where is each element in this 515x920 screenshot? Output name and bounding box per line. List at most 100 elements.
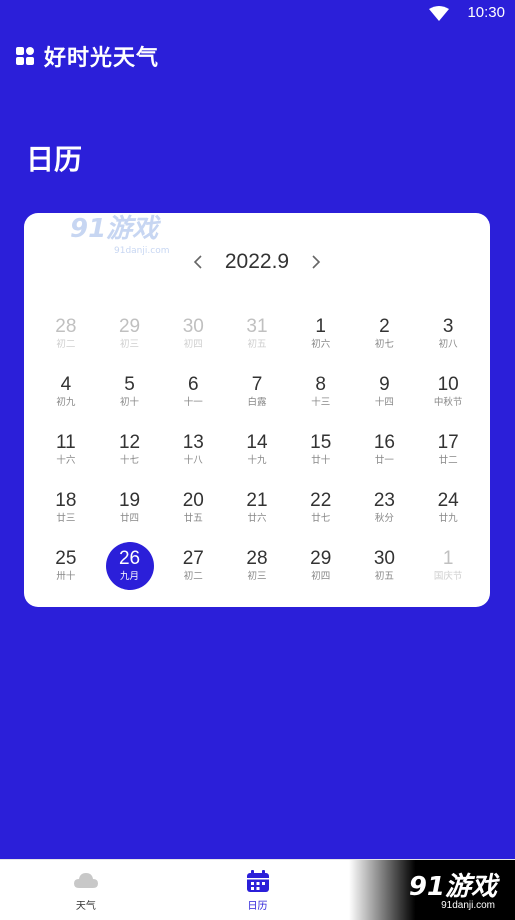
calendar-day[interactable]: 24 廿九 (416, 485, 480, 531)
lunar-date: 廿二 (438, 455, 458, 466)
day-number: 9 (379, 374, 390, 395)
calendar-day[interactable]: 17 廿二 (416, 427, 480, 473)
day-number: 4 (60, 374, 72, 395)
calendar-day[interactable]: 7 白露 (225, 369, 289, 415)
lunar-date: 初五 (247, 339, 267, 350)
app-title: 好时光天气 (44, 46, 160, 71)
tab-weather-label: 天气 (75, 900, 96, 912)
calendar-day[interactable]: 25 卅十 (34, 543, 98, 589)
lunar-date: 初九 (56, 397, 76, 408)
calendar-day[interactable]: 10 中秋节 (416, 369, 480, 415)
calendar-day[interactable]: 15 廿十 (289, 427, 353, 473)
day-number: 30 (182, 316, 204, 337)
lunar-date: 初四 (183, 339, 203, 350)
lunar-date: 十四 (374, 397, 394, 408)
calendar-day[interactable]: 18 廿三 (34, 485, 98, 531)
status-time: 10:30 (467, 4, 505, 21)
day-number: 21 (246, 490, 268, 511)
day-number: 11 (55, 432, 76, 453)
calendar-day[interactable]: 27 初二 (161, 543, 225, 589)
lunar-date: 廿六 (247, 513, 267, 524)
day-number: 13 (182, 432, 204, 453)
calendar-day[interactable]: 4 初九 (34, 369, 98, 415)
calendar-day[interactable]: 20 廿五 (161, 485, 225, 531)
calendar-card: 91游戏 91danji.com 2022.9 28 初二 29 初三 30 初四 31 初五… (24, 213, 490, 607)
calendar-day[interactable]: 6 十一 (161, 369, 225, 415)
lunar-date: 卅十 (56, 571, 76, 582)
day-number: 27 (182, 548, 204, 569)
day-number: 22 (310, 490, 332, 511)
calendar-grid: 28 初二 29 初三 30 初四 31 初五 1 初六 2 初七 3 初八 4 初九 5 初十 6 十一 7 白露 8 十三… (34, 311, 480, 590)
calendar-day[interactable]: 28 初三 (225, 543, 289, 589)
corner-logo-url: 91danji.com (441, 900, 495, 911)
next-month-button[interactable] (301, 247, 331, 277)
calendar-day[interactable]: 21 廿六 (225, 485, 289, 531)
lunar-date: 十八 (183, 455, 203, 466)
lunar-date: 廿三 (56, 513, 76, 524)
day-number: 29 (310, 548, 332, 569)
lunar-date: 廿四 (120, 513, 140, 524)
wifi-icon (429, 6, 449, 21)
lunar-date: 廿七 (311, 513, 331, 524)
day-number: 15 (310, 432, 332, 453)
calendar-day[interactable]: 12 十七 (98, 427, 162, 473)
day-number: 28 (55, 316, 77, 337)
app-grid-icon[interactable] (16, 47, 34, 65)
calendar-day[interactable]: 11 十六 (34, 427, 98, 473)
calendar-day[interactable]: 22 廿七 (289, 485, 353, 531)
calendar-day[interactable]: 1 初六 (289, 311, 353, 357)
day-number: 17 (437, 432, 459, 453)
calendar-day[interactable]: 13 十八 (161, 427, 225, 473)
calendar-day[interactable]: 29 初四 (289, 543, 353, 589)
lunar-date: 初三 (120, 339, 140, 350)
calendar-day[interactable]: 2 初七 (353, 311, 417, 357)
month-label: 2022.9 (224, 250, 290, 273)
calendar-day[interactable]: 29 初三 (98, 311, 162, 357)
prev-month-button[interactable] (183, 247, 213, 277)
lunar-date: 初六 (311, 339, 331, 350)
day-number: 8 (315, 374, 326, 395)
day-number: 10 (437, 374, 459, 395)
lunar-date: 白露 (247, 397, 267, 408)
calendar-day[interactable]: 30 初五 (353, 543, 417, 589)
chevron-left-icon (193, 255, 202, 269)
month-navigator: 2022.9 (24, 247, 490, 277)
calendar-day[interactable]: 19 廿四 (98, 485, 162, 531)
calendar-day-selected[interactable]: 26 九月 (98, 542, 162, 590)
lunar-date: 十六 (56, 455, 76, 466)
lunar-date: 中秋节 (433, 397, 463, 408)
day-number: 29 (118, 316, 141, 337)
calendar-day[interactable]: 28 初二 (34, 311, 98, 357)
calendar-day[interactable]: 9 十四 (353, 369, 417, 415)
lunar-date: 十一 (183, 397, 203, 408)
lunar-date: 初二 (183, 571, 203, 582)
chevron-right-icon (312, 255, 321, 269)
day-number: 28 (246, 548, 268, 569)
lunar-date: 廿十 (311, 455, 331, 466)
lunar-date: 十九 (247, 455, 267, 466)
calendar-day[interactable]: 14 十九 (225, 427, 289, 473)
day-number: 7 (251, 374, 263, 395)
day-number: 24 (437, 490, 459, 511)
calendar-day[interactable]: 30 初四 (161, 311, 225, 357)
day-number: 23 (373, 490, 395, 511)
calendar-day[interactable]: 31 初五 (225, 311, 289, 357)
calendar-day[interactable]: 3 初八 (416, 311, 480, 357)
tab-calendar[interactable]: 日历 (172, 860, 344, 920)
cloud-icon (73, 872, 98, 888)
lunar-date: 廿一 (374, 455, 394, 466)
day-number: 31 (246, 316, 268, 337)
calendar-day[interactable]: 16 廿一 (353, 427, 417, 473)
app-header: 好时光天气 (16, 40, 159, 72)
calendar-day[interactable]: 23 秋分 (353, 485, 417, 531)
tab-weather[interactable]: 天气 (0, 860, 172, 920)
day-number: 3 (442, 316, 454, 337)
lunar-date: 初四 (311, 571, 331, 582)
lunar-date: 廿九 (438, 513, 458, 524)
calendar-day[interactable]: 1 国庆节 (416, 543, 480, 589)
lunar-date: 十七 (120, 455, 140, 466)
lunar-date: 初八 (438, 339, 458, 350)
day-number: 30 (373, 548, 395, 569)
calendar-day[interactable]: 8 十三 (289, 369, 353, 415)
calendar-day[interactable]: 5 初十 (98, 369, 162, 415)
